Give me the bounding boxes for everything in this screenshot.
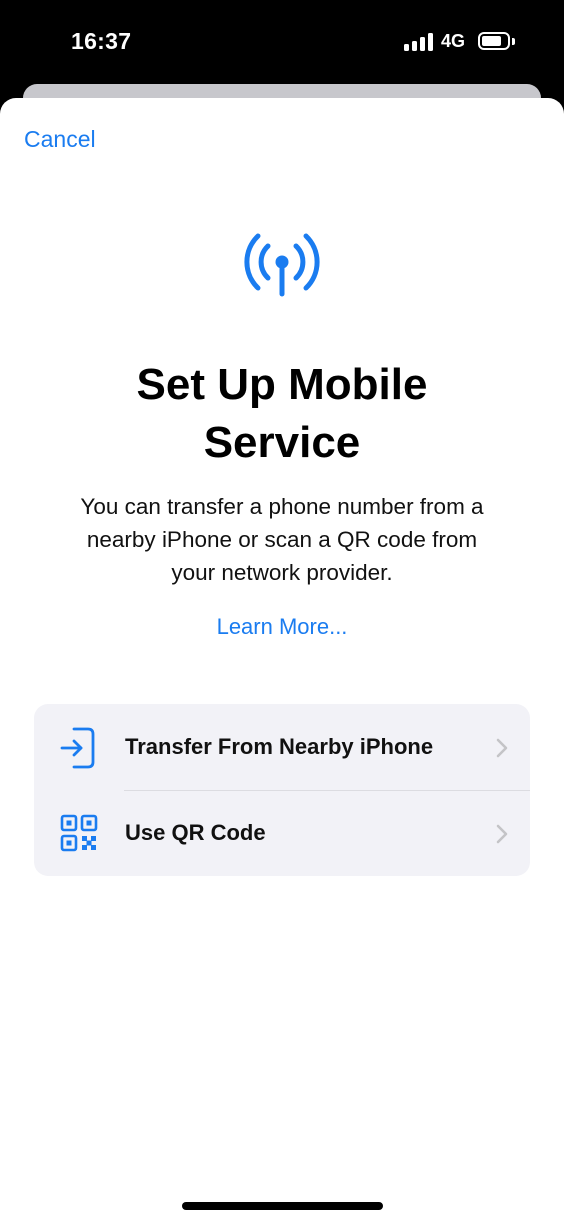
page-description: You can transfer a phone number from a n…	[80, 494, 484, 585]
page-title: Set Up Mobile Service	[136, 360, 428, 467]
battery-icon	[478, 32, 510, 50]
battery-level	[482, 36, 502, 46]
battery-cap	[512, 38, 515, 45]
chevron-right-icon	[496, 824, 508, 844]
network-type: 4G	[441, 31, 466, 51]
status-time: 16:37	[71, 28, 132, 54]
setup-options-list: Transfer From Nearby iPhone Use QR Code	[34, 704, 530, 876]
transfer-from-nearby-iphone-option[interactable]: Transfer From Nearby iPhone	[34, 704, 530, 790]
phone-transfer-icon	[60, 727, 95, 769]
learn-more-link[interactable]: Learn More...	[0, 614, 564, 640]
antenna-radiowaves-icon	[244, 233, 320, 297]
signal-strength-icon	[404, 33, 434, 51]
chevron-right-icon	[496, 738, 508, 758]
setup-sheet: Cancel Set Up Mobile Service You can tra…	[0, 98, 564, 1222]
option-label: Use QR Code	[125, 820, 266, 845]
option-label: Transfer From Nearby iPhone	[125, 734, 434, 759]
qr-code-icon	[60, 814, 98, 852]
home-indicator[interactable]	[182, 1202, 383, 1210]
cancel-button[interactable]: Cancel	[24, 126, 96, 153]
screen: 16:37 4G Cancel Set Up Mobile Service Yo…	[0, 0, 564, 1222]
status-bar: 16:37 4G	[0, 0, 564, 86]
use-qr-code-option[interactable]: Use QR Code	[34, 790, 530, 876]
